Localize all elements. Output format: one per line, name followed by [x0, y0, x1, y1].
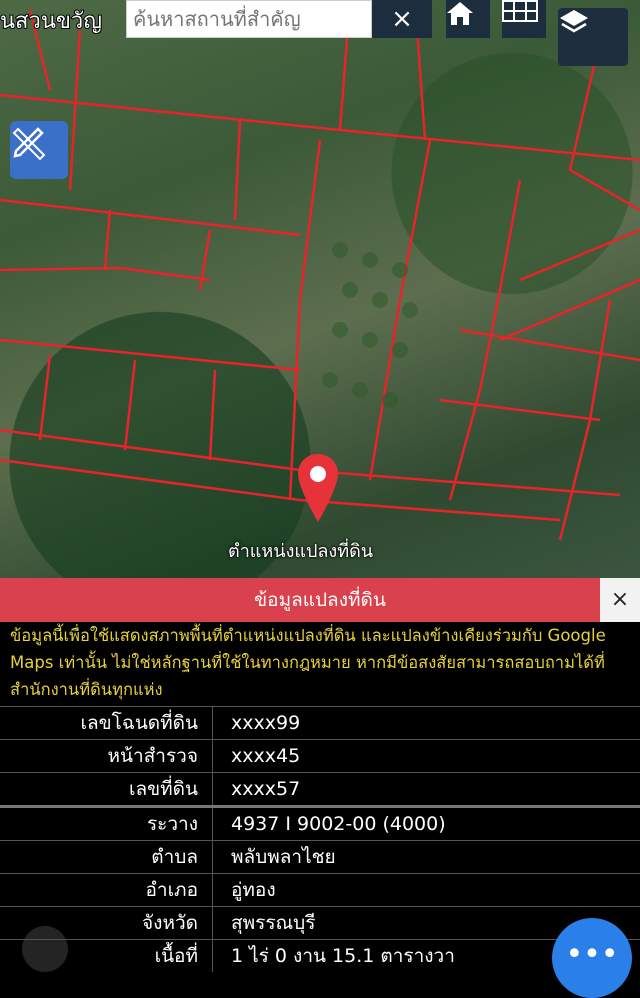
row-label: ตำบล — [0, 841, 213, 874]
layers-icon — [558, 8, 590, 38]
table-row: จังหวัด สุพรรณบุรี — [0, 907, 640, 940]
table-row: เลขโฉนดที่ดิน xxxx99 — [0, 707, 640, 740]
grid-icon — [502, 0, 538, 22]
home-button[interactable] — [446, 0, 490, 38]
grid-button[interactable] — [502, 0, 546, 38]
pencil-ruler-icon — [10, 121, 50, 161]
table-row: หน้าสำรวจ xxxx45 — [0, 740, 640, 773]
panel-title: ข้อมูลแปลงที่ดิน — [254, 589, 386, 611]
table-row: เนื้อที่ 1 ไร่ 0 งาน 15.1 ตารางวา — [0, 940, 640, 973]
table-row: เลขที่ดิน xxxx57 — [0, 773, 640, 807]
satellite-map[interactable]: นสวนขวัญ × ตำแหน่งแปลงที — [0, 0, 640, 578]
measure-tool-button[interactable] — [10, 121, 68, 179]
home-icon — [446, 0, 474, 26]
row-label: อำเภอ — [0, 874, 213, 907]
more-options-button[interactable]: ••• — [552, 918, 632, 998]
search-field[interactable] — [126, 0, 372, 38]
table-row: อำเภอ อู่ทอง — [0, 874, 640, 907]
parcel-info-table: เลขโฉนดที่ดิน xxxx99 หน้าสำรวจ xxxx45 เล… — [0, 706, 640, 972]
row-label: หน้าสำรวจ — [0, 740, 213, 773]
search-input[interactable] — [127, 1, 371, 37]
table-row: ระวาง 4937 I 9002-00 (4000) — [0, 807, 640, 841]
row-label: ระวาง — [0, 807, 213, 841]
panel-header: ข้อมูลแปลงที่ดิน × — [0, 578, 640, 622]
row-value: xxxx45 — [213, 740, 640, 773]
row-value: พลับพลาไชย — [213, 841, 640, 874]
clear-search-button[interactable]: × — [372, 0, 432, 38]
marker-label: ตำแหน่งแปลงที่ดิน — [228, 536, 373, 565]
row-value: xxxx99 — [213, 707, 640, 740]
row-label: เลขที่ดิน — [0, 773, 213, 807]
table-row: ตำบล พลับพลาไชย — [0, 841, 640, 874]
row-value: 4937 I 9002-00 (4000) — [213, 807, 640, 841]
disclaimer-notice: ข้อมูลนี้เพื่อใช้แสดงสภาพพื้นที่ตำแหน่งแ… — [0, 622, 640, 706]
layers-button[interactable] — [558, 8, 628, 66]
map-area-label: นสวนขวัญ — [0, 9, 102, 34]
secondary-fab[interactable] — [22, 926, 68, 972]
row-label: เลขโฉนดที่ดิน — [0, 707, 213, 740]
row-value: อู่ทอง — [213, 874, 640, 907]
row-value: xxxx57 — [213, 773, 640, 807]
close-panel-button[interactable]: × — [600, 578, 640, 622]
location-pin-icon — [296, 452, 340, 526]
